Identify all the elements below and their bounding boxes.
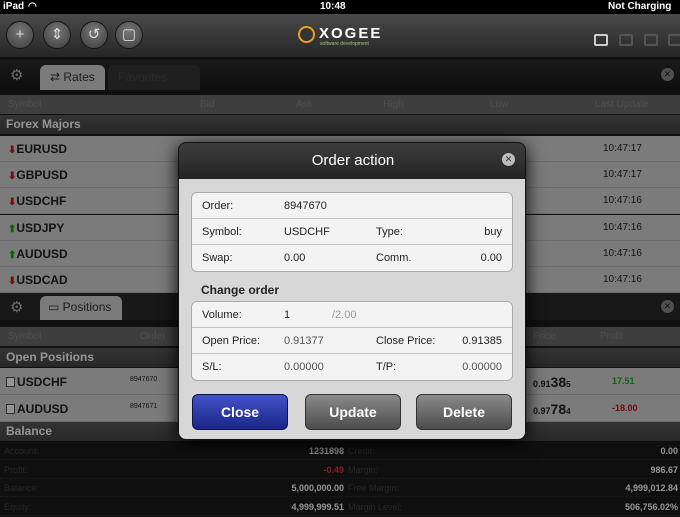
- undo-icon: ↺: [87, 26, 101, 43]
- price-row: Open Price: 0.91377 Close Price: 0.91385: [192, 328, 512, 354]
- order-label: Order:: [202, 200, 234, 212]
- arrows-icon: ⇕: [50, 26, 64, 43]
- close-price-label: Close Price:: [376, 335, 436, 347]
- new-order-button[interactable]: +: [6, 21, 34, 49]
- tp-label: T/P:: [376, 361, 397, 373]
- app-root: iPad ◠ 10:48 Not Charging + ⇕ ↺ ▢ XOGEE …: [0, 0, 680, 517]
- sl-tp-row: S/L: 0.00000 T/P: 0.00000: [192, 354, 512, 380]
- change-order-group: Volume: 1 /2.00 Open Price: 0.91377 Clos…: [191, 301, 513, 381]
- undo-button[interactable]: ↺: [80, 21, 108, 49]
- order-info-group: Order: 8947670 Symbol: USDCHF Type: buy …: [191, 192, 513, 272]
- device-label: iPad: [3, 1, 25, 12]
- volume-label: Volume:: [202, 309, 242, 321]
- tp-input[interactable]: 0.00000: [462, 361, 502, 373]
- volume-max: /2.00: [332, 309, 357, 321]
- logo-text: XOGEE: [319, 25, 383, 42]
- clock: 10:48: [320, 1, 346, 12]
- xogee-logo: XOGEE software development: [298, 23, 398, 53]
- logo-icon: [298, 26, 315, 43]
- order-action-dialog: Order action ✕ Order: 8947670 Symbol: US…: [178, 142, 526, 440]
- layout-grid-icon[interactable]: [644, 34, 658, 46]
- lock-icon: ▢: [121, 26, 137, 43]
- change-order-heading: Change order: [201, 283, 280, 297]
- status-bar: iPad ◠ 10:48 Not Charging: [0, 0, 680, 14]
- sl-input[interactable]: 0.00000: [284, 361, 324, 373]
- symbol-value: USDCHF: [284, 226, 330, 238]
- open-price-value: 0.91377: [284, 335, 324, 347]
- sl-label: S/L:: [202, 361, 222, 373]
- lock-button[interactable]: ▢: [115, 21, 143, 49]
- delete-button[interactable]: Delete: [416, 394, 512, 430]
- layout-full-icon[interactable]: [668, 34, 680, 46]
- volume-row: Volume: 1 /2.00: [192, 302, 512, 328]
- plus-icon: +: [15, 26, 25, 43]
- order-row: Order: 8947670: [192, 193, 512, 219]
- battery-status: Not Charging: [608, 1, 672, 12]
- swap-row: Swap: 0.00 Comm. 0.00: [192, 245, 512, 271]
- swap-value: 0.00: [284, 252, 306, 264]
- wifi-icon: ◠: [28, 1, 37, 12]
- type-label: Type:: [376, 226, 403, 238]
- toolbar: + ⇕ ↺ ▢ XOGEE software development: [0, 14, 680, 58]
- open-price-label: Open Price:: [202, 335, 261, 347]
- order-value: 8947670: [284, 200, 327, 212]
- update-button[interactable]: Update: [305, 394, 401, 430]
- comm-label: Comm.: [376, 252, 412, 264]
- arrows-button[interactable]: ⇕: [43, 21, 71, 49]
- layout-single-icon[interactable]: [619, 34, 633, 46]
- symbol-row: Symbol: USDCHF Type: buy: [192, 219, 512, 245]
- comm-value: 0.00: [480, 252, 502, 264]
- layout-split-icon[interactable]: [594, 34, 608, 46]
- close-button[interactable]: Close: [192, 394, 288, 430]
- volume-input[interactable]: 1: [284, 309, 290, 321]
- logo-subtitle: software development: [320, 41, 369, 47]
- swap-label: Swap:: [202, 252, 233, 264]
- type-value: buy: [484, 226, 502, 238]
- close-icon[interactable]: ✕: [502, 153, 515, 166]
- dialog-title: Order action: [311, 152, 395, 169]
- close-price-value: 0.91385: [462, 335, 502, 347]
- symbol-label: Symbol:: [202, 226, 242, 238]
